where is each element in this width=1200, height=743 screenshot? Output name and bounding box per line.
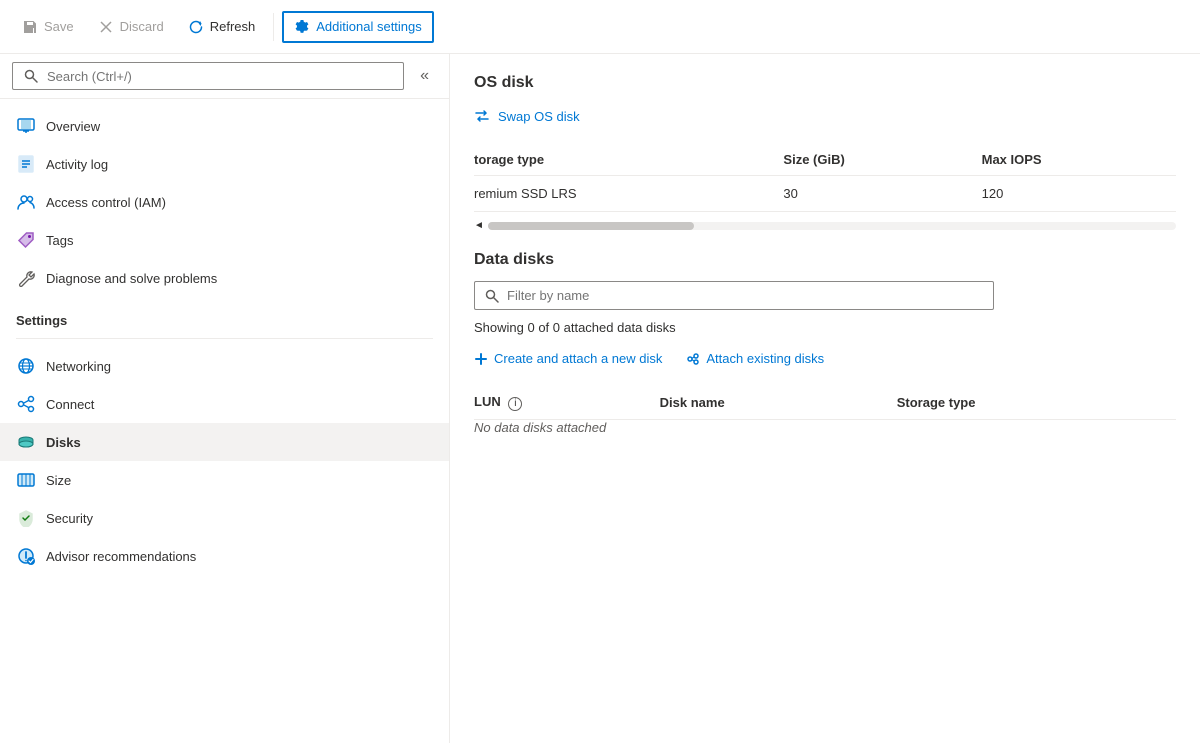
- no-disks-row: No data disks attached: [474, 419, 1176, 435]
- os-disk-table: torage type Size (GiB) Max IOPS remium S…: [474, 144, 1176, 212]
- refresh-icon: [188, 19, 204, 35]
- swap-icon: [474, 108, 490, 124]
- filter-search-icon: [485, 289, 499, 303]
- sidebar-item-diagnose[interactable]: Diagnose and solve problems: [0, 259, 449, 297]
- main-layout: « Overview: [0, 54, 1200, 743]
- additional-settings-button[interactable]: Additional settings: [282, 11, 434, 43]
- disks-icon: [16, 432, 36, 452]
- gear-icon: [294, 19, 310, 35]
- os-disk-size: 30: [783, 176, 981, 212]
- col-disk-name: Disk name: [660, 386, 897, 419]
- security-icon: [16, 508, 36, 528]
- scroll-track: [488, 222, 1176, 230]
- search-input[interactable]: [47, 69, 393, 84]
- collapse-button[interactable]: «: [412, 63, 437, 89]
- sidebar-item-size-label: Size: [46, 473, 71, 488]
- sidebar-item-access-control-label: Access control (IAM): [46, 195, 166, 210]
- search-bar: «: [0, 54, 449, 99]
- sidebar-item-security[interactable]: Security: [0, 499, 449, 537]
- horizontal-scrollbar[interactable]: ◄: [474, 220, 1176, 231]
- sidebar-item-size[interactable]: Size: [0, 461, 449, 499]
- sidebar-item-advisor[interactable]: Advisor recommendations: [0, 537, 449, 575]
- discard-icon: [98, 19, 114, 35]
- toolbar: Save Discard Refresh Additional settings: [0, 0, 1200, 54]
- sidebar-item-connect-label: Connect: [46, 397, 94, 412]
- sidebar-nav: Overview Activity log: [0, 99, 449, 743]
- attach-existing-button[interactable]: Attach existing disks: [686, 351, 824, 366]
- save-button[interactable]: Save: [12, 13, 84, 41]
- save-icon: [22, 19, 38, 35]
- action-buttons: Create and attach a new disk Attach exis…: [474, 351, 1176, 366]
- sidebar-item-security-label: Security: [46, 511, 93, 526]
- sidebar-item-connect[interactable]: Connect: [0, 385, 449, 423]
- data-disks-section: Data disks Showing 0 of 0 attached data …: [474, 251, 1176, 435]
- filter-wrapper: [474, 281, 994, 310]
- content-area: OS disk Swap OS disk torage type Size (G…: [450, 54, 1200, 743]
- os-disk-title: OS disk: [474, 74, 1176, 92]
- refresh-button[interactable]: Refresh: [178, 13, 266, 41]
- search-icon: [23, 68, 39, 84]
- sidebar-item-activity-log[interactable]: Activity log: [0, 145, 449, 183]
- sidebar-item-tags-label: Tags: [46, 233, 73, 248]
- sidebar-item-networking-label: Networking: [46, 359, 111, 374]
- discard-button[interactable]: Discard: [88, 13, 174, 41]
- no-disks-text: No data disks attached: [474, 419, 1176, 435]
- toolbar-separator: [273, 13, 274, 41]
- sidebar-item-overview-label: Overview: [46, 119, 100, 134]
- col-size: Size (GiB): [783, 144, 981, 176]
- col-iops: Max IOPS: [982, 144, 1176, 176]
- os-disk-storage-type: remium SSD LRS: [474, 176, 783, 212]
- settings-divider: [16, 338, 433, 339]
- plus-icon: [474, 352, 488, 366]
- size-icon: [16, 470, 36, 490]
- monitor-icon: [16, 116, 36, 136]
- data-disks-table: LUN i Disk name Storage type No data dis…: [474, 386, 1176, 435]
- os-disk-iops: 120: [982, 176, 1176, 212]
- sidebar-item-diagnose-label: Diagnose and solve problems: [46, 271, 217, 286]
- sidebar-item-advisor-label: Advisor recommendations: [46, 549, 196, 564]
- sidebar: « Overview: [0, 54, 450, 743]
- sidebar-item-activity-log-label: Activity log: [46, 157, 108, 172]
- sidebar-item-tags[interactable]: Tags: [0, 221, 449, 259]
- networking-icon: [16, 356, 36, 376]
- sidebar-item-access-control[interactable]: Access control (IAM): [0, 183, 449, 221]
- sidebar-item-networking[interactable]: Networking: [0, 347, 449, 385]
- wrench-icon: [16, 268, 36, 288]
- sidebar-item-disks-label: Disks: [46, 435, 81, 450]
- advisor-icon: [16, 546, 36, 566]
- activity-log-icon: [16, 154, 36, 174]
- filter-input[interactable]: [507, 288, 983, 303]
- people-icon: [16, 192, 36, 212]
- col-storage-type-data: Storage type: [897, 386, 1176, 419]
- data-disks-title: Data disks: [474, 251, 1176, 269]
- col-storage-type: torage type: [474, 144, 783, 176]
- os-disk-row: remium SSD LRS 30 120: [474, 176, 1176, 212]
- scroll-thumb: [488, 222, 694, 230]
- settings-section-label: Settings: [0, 297, 449, 334]
- showing-text: Showing 0 of 0 attached data disks: [474, 320, 1176, 335]
- tag-icon: [16, 230, 36, 250]
- sidebar-item-overview[interactable]: Overview: [0, 107, 449, 145]
- sidebar-item-disks[interactable]: Disks: [0, 423, 449, 461]
- scroll-left-arrow: ◄: [474, 220, 484, 231]
- swap-os-disk-button[interactable]: Swap OS disk: [474, 104, 580, 128]
- connect-icon: [16, 394, 36, 414]
- create-attach-button[interactable]: Create and attach a new disk: [474, 351, 662, 366]
- search-wrapper: [12, 62, 404, 90]
- attach-icon: [686, 352, 700, 366]
